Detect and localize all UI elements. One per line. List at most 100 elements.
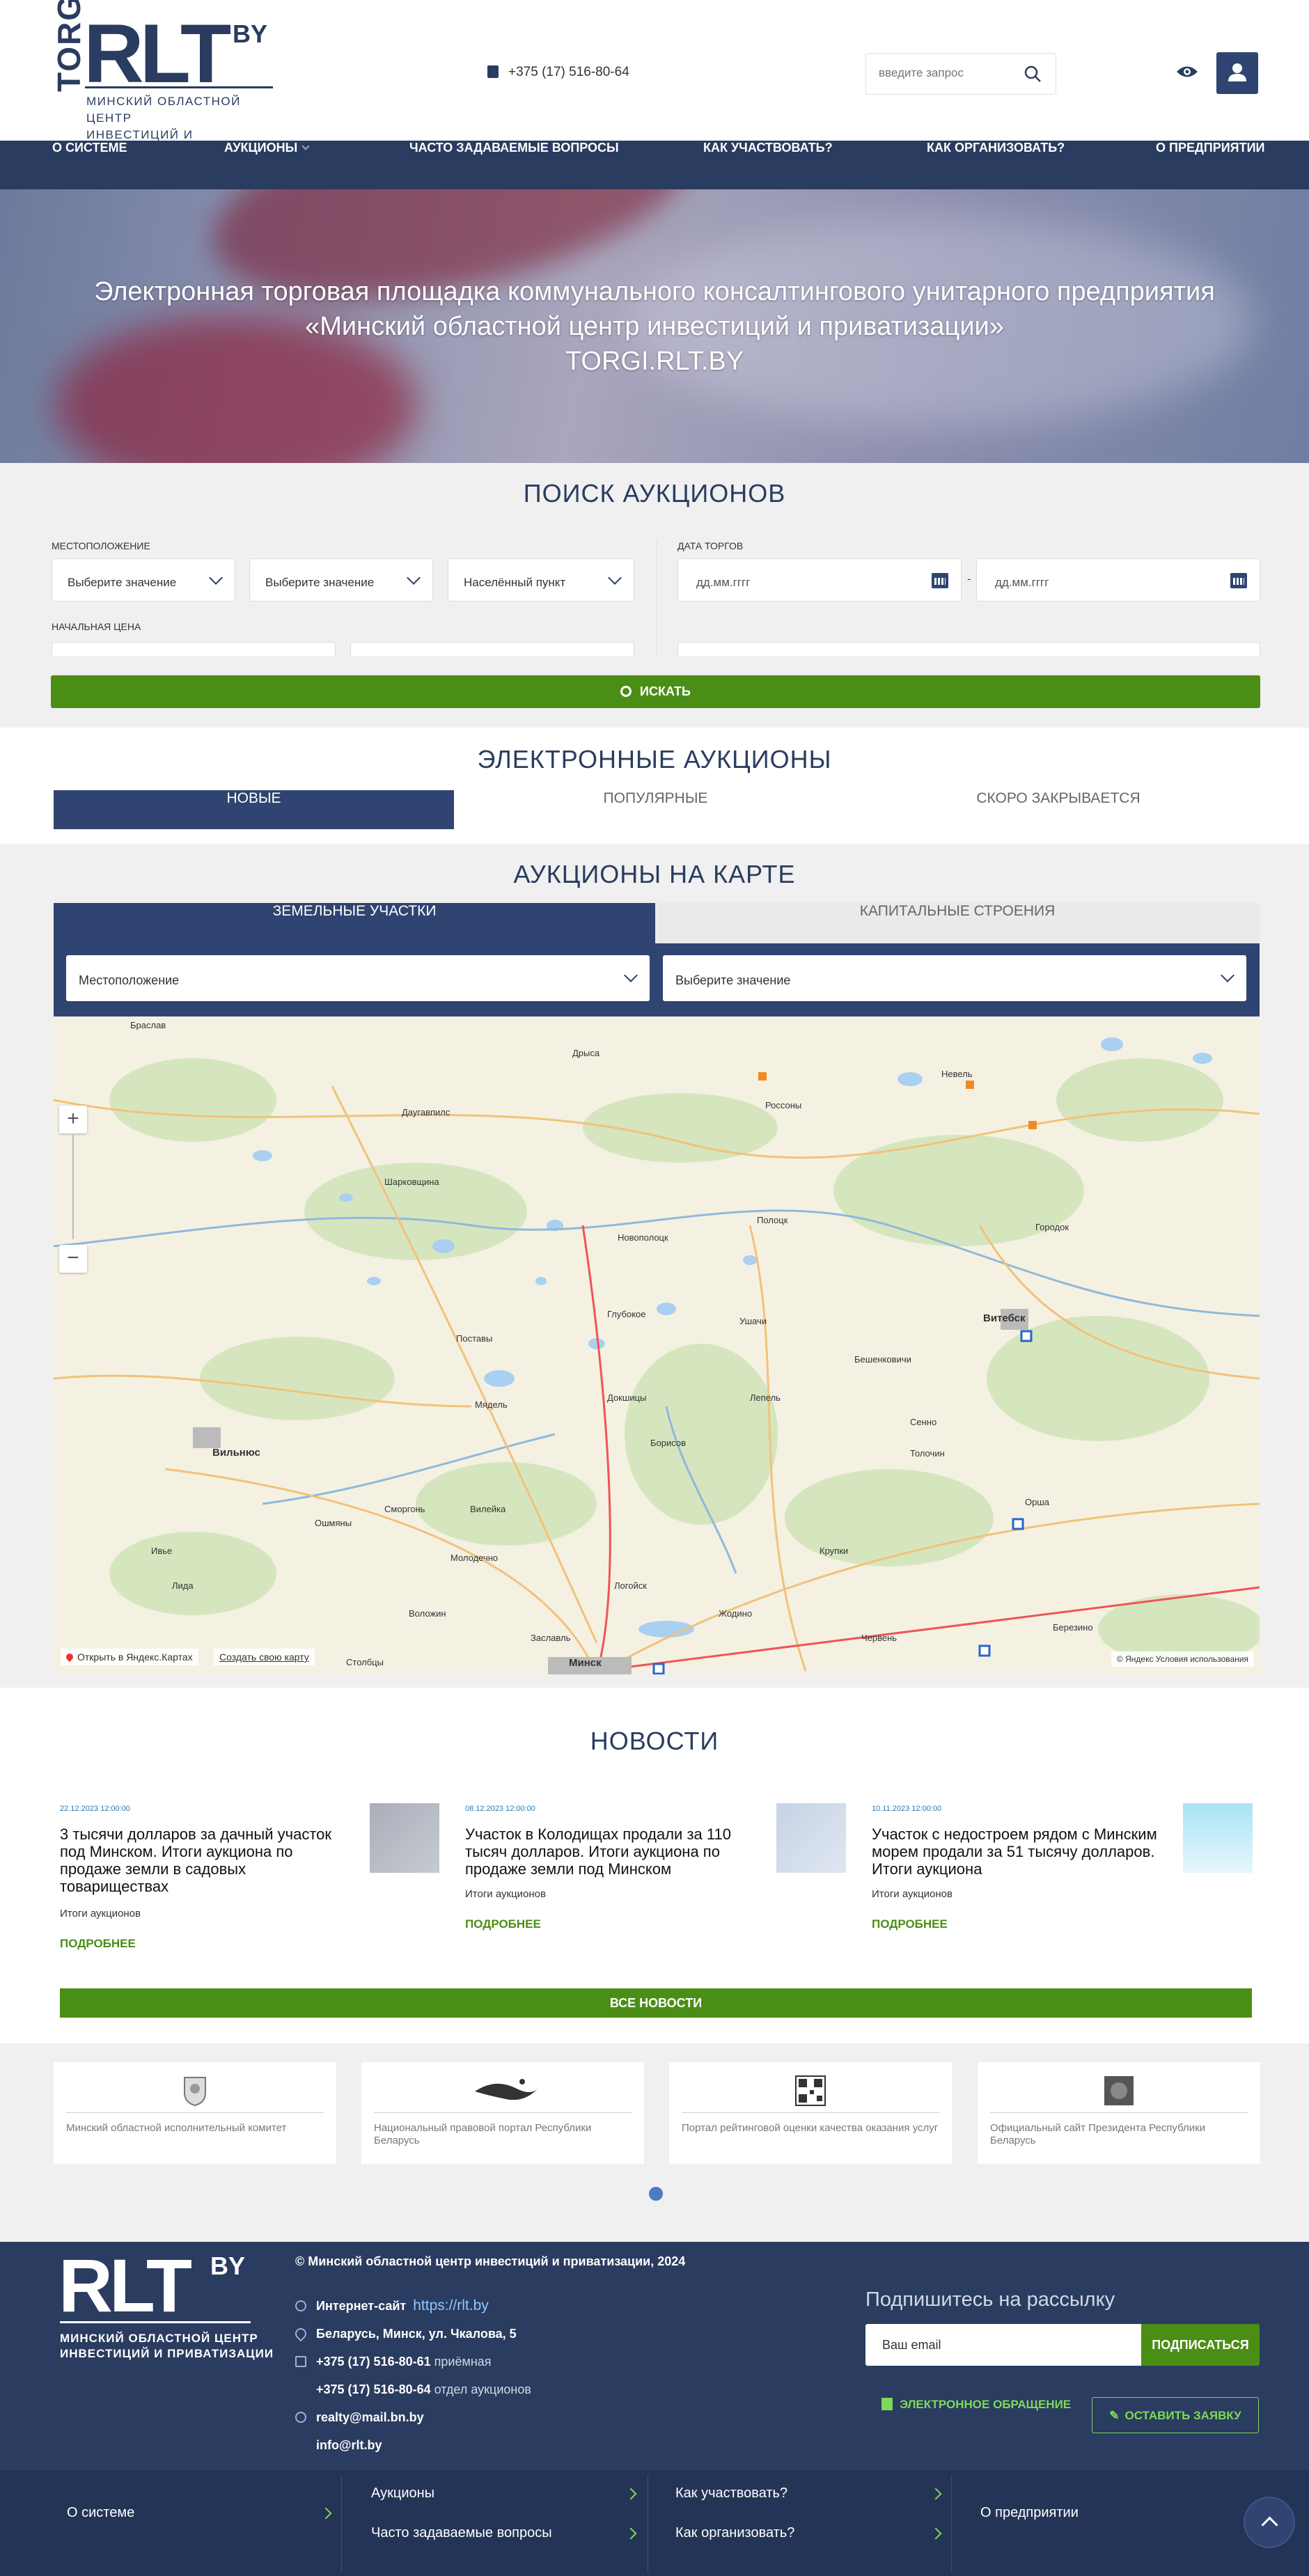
date-to-input[interactable]: дд.мм.гггг — [976, 558, 1260, 602]
search-button[interactable]: Искать — [51, 675, 1260, 708]
partner-card[interactable]: Национальный правовой портал Республики … — [361, 2062, 644, 2164]
footer-phone2-number: +375 (17) 516-80-64 — [316, 2382, 431, 2396]
map-value-value: Выберите значение — [675, 973, 791, 987]
map-value-select[interactable]: Выберите значение — [663, 955, 1246, 1001]
map-city-label: Лида — [172, 1580, 194, 1591]
news-headline[interactable]: Участок в Колодищах продали за 110 тысяч… — [465, 1825, 758, 1878]
district-select[interactable]: Выберите значение — [249, 558, 433, 602]
map-terrain — [54, 1037, 1260, 1674]
create-map-link[interactable]: Создать свою карту — [214, 1649, 315, 1665]
news-thumbnail[interactable] — [776, 1803, 846, 1873]
logo-by-text: BY — [233, 19, 268, 48]
news-headline[interactable]: 3 тысячи долларов за дачный участок под … — [60, 1825, 352, 1895]
footer-site-link[interactable]: https://rlt.by — [413, 2298, 489, 2314]
date-from-input[interactable]: дд.мм.гггг — [677, 558, 962, 602]
header-phone[interactable]: +375 (17) 516-80-64 — [487, 65, 629, 80]
auction-search-title: Поиск аукционов — [523, 479, 786, 508]
user-icon — [1228, 63, 1246, 81]
yandex-map[interactable]: Браслав Даугавпилс Дрыса Россоны Невель … — [54, 1016, 1260, 1674]
site-logo[interactable]: TORGI RLT BY Минский областной центр инв… — [50, 0, 280, 158]
partner-card[interactable]: Официальный сайт Президента Республики Б… — [978, 2062, 1260, 2164]
footer-phone1[interactable]: +375 (17) 516-80-61 приёмная — [295, 2355, 492, 2369]
subscribe-button[interactable]: Подписаться — [1141, 2324, 1260, 2366]
accessibility-eye-icon[interactable] — [1175, 64, 1199, 79]
nav-item-how-to-organize[interactable]: Как организовать? — [927, 141, 1065, 189]
news-more-link[interactable]: Подробнее — [465, 1917, 541, 1931]
footer-nav — [0, 2470, 1309, 2576]
footer-nav-auctions[interactable]: Аукционы — [371, 2485, 434, 2502]
partner-divider — [66, 2112, 324, 2113]
nav-item-about-system[interactable]: О системе — [52, 141, 127, 189]
footer-nav-about-company[interactable]: О предприятии — [980, 2505, 1079, 2521]
footer-nav-how-to-participate[interactable]: Как участвовать? — [675, 2485, 787, 2502]
extra-filter-input[interactable] — [677, 642, 1260, 656]
scroll-to-top-button[interactable] — [1245, 2498, 1294, 2547]
price-from-input[interactable] — [52, 642, 336, 656]
nav-item-about-company[interactable]: О предприятии — [1156, 141, 1264, 189]
location-pin-icon — [292, 2325, 309, 2342]
map-city-label: Сенно — [910, 1417, 937, 1427]
calendar-icon[interactable] — [1230, 573, 1247, 588]
electronic-appeal-link[interactable]: Электронное обращение — [881, 2398, 1071, 2412]
map-city-label: Глубокое — [607, 1309, 646, 1319]
footer-phone1-number: +375 (17) 516-80-61 — [316, 2355, 431, 2369]
site-header: TORGI RLT BY Минский областной центр инв… — [0, 0, 1309, 158]
tab-new[interactable]: Новые — [54, 790, 454, 829]
nav-item-auctions-label: Аукционы — [224, 141, 298, 155]
zoom-in-button[interactable]: + — [59, 1106, 87, 1133]
zoom-out-button[interactable]: − — [59, 1245, 87, 1273]
tab-capital-buildings[interactable]: Капитальные строения — [655, 903, 1260, 943]
search-icon[interactable] — [1024, 65, 1042, 83]
map-city-label: Россоны — [765, 1100, 802, 1110]
partner-card[interactable]: Портал рейтинговой оценки качества оказа… — [669, 2062, 952, 2164]
pen-icon: ✎ — [1109, 2409, 1120, 2422]
news-thumbnail[interactable] — [1183, 1803, 1253, 1873]
carousel-dot[interactable] — [649, 2187, 663, 2201]
partner-divider — [682, 2112, 939, 2113]
settlement-select[interactable]: Населённый пункт — [448, 558, 634, 602]
region-select[interactable]: Выберите значение — [52, 558, 235, 602]
footer-site-label: Интернет-сайт — [316, 2299, 407, 2313]
nav-item-how-to-participate[interactable]: Как участвовать? — [703, 141, 833, 189]
tab-closing-soon[interactable]: Скоро закрывается — [857, 790, 1260, 829]
map-pin-icon — [64, 1651, 75, 1663]
news-thumbnail[interactable] — [370, 1803, 439, 1873]
all-news-button[interactable]: Все новости — [60, 1988, 1252, 2018]
news-more-link[interactable]: Подробнее — [60, 1937, 136, 1951]
open-in-yandex-link[interactable]: Открыть в Яндекс.Картах — [61, 1649, 198, 1665]
search-input[interactable] — [879, 66, 1018, 80]
news-category: Итоги аукционов — [465, 1888, 546, 1900]
email-icon — [295, 2412, 306, 2423]
map-copyright[interactable]: © Яндекс Условия использования — [1111, 1651, 1254, 1667]
calendar-icon[interactable] — [932, 573, 948, 588]
footer-phone2[interactable]: +375 (17) 516-80-64 отдел аукционов — [316, 2382, 531, 2397]
map-location-select[interactable]: Местоположение — [66, 955, 650, 1001]
footer-email2[interactable]: info@rlt.by — [316, 2438, 382, 2453]
footer-nav-about-system[interactable]: О системе — [67, 2505, 134, 2521]
tab-land-plots[interactable]: Земельные участки — [54, 903, 655, 943]
document-icon — [881, 2398, 893, 2410]
chevron-down-icon — [301, 142, 310, 150]
news-more-link[interactable]: Подробнее — [872, 1917, 948, 1931]
zoom-slider[interactable] — [72, 1135, 74, 1239]
footer-logo-by: BY — [210, 2252, 246, 2280]
partner-card[interactable]: Минский областной исполнительный комитет — [54, 2062, 336, 2164]
footer-email1[interactable]: realty@mail.bn.by — [295, 2410, 424, 2425]
map-city-label: Сморгонь — [384, 1504, 425, 1514]
leave-request-button[interactable]: ✎ Оставить заявку — [1092, 2397, 1259, 2433]
footer-address-text: Беларусь, Минск, ул. Чкалова, 5 — [316, 2327, 517, 2341]
tab-popular[interactable]: Популярные — [454, 790, 857, 829]
footer-logo-rlt[interactable]: RLT — [58, 2242, 192, 2329]
price-to-input[interactable] — [350, 642, 634, 656]
region-select-value: Выберите значение — [68, 576, 177, 589]
footer-nav-how-to-organize[interactable]: Как организовать? — [675, 2525, 794, 2541]
footer-nav-faq[interactable]: Часто задаваемые вопросы — [371, 2525, 552, 2541]
coat-of-arms-icon — [184, 2077, 206, 2107]
news-date: 10.11.2023 12:00:00 — [872, 1805, 942, 1813]
nav-item-auctions[interactable]: Аукционы — [224, 141, 310, 189]
subscribe-email-input[interactable]: Ваш email — [865, 2324, 1141, 2366]
user-account-button[interactable] — [1216, 52, 1258, 94]
map-city-label: Молодечно — [450, 1553, 499, 1563]
nav-item-faq[interactable]: Часто задаваемые вопросы — [409, 141, 619, 189]
news-headline[interactable]: Участок с недостроем рядом с Минским мор… — [872, 1825, 1164, 1878]
